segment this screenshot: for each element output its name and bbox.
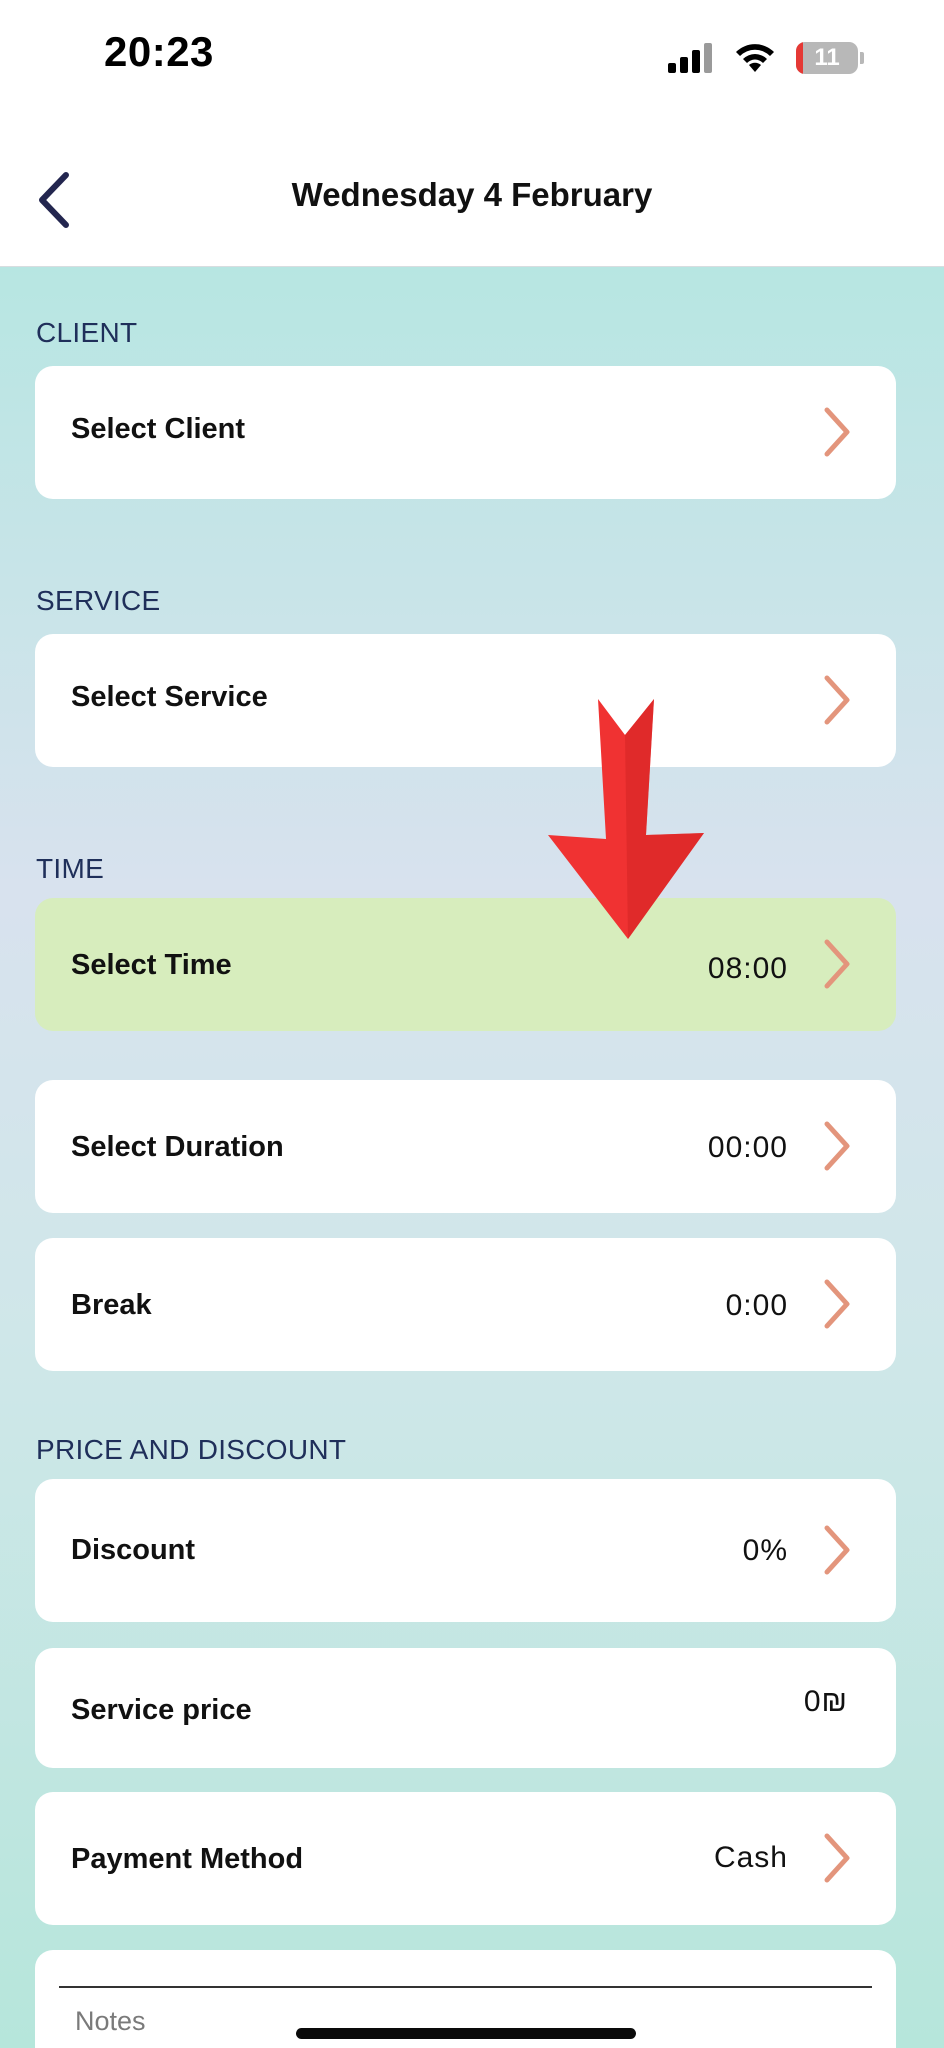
chevron-right-icon [824,1121,850,1171]
service-price-value: 0₪ [803,1685,848,1718]
notes-divider [59,1986,872,1988]
page-title: Wednesday 4 February [291,176,653,213]
discount-row[interactable]: Discount 0% [35,1479,896,1622]
chevron-right-icon [824,1525,850,1575]
status-icons: 11 [668,40,864,76]
select-client-row[interactable]: Select Client [35,366,896,499]
select-duration-label: Select Duration [71,1131,284,1163]
break-row[interactable]: Break 0:00 [35,1238,896,1371]
break-label: Break [71,1289,152,1321]
payment-method-label: Payment Method [71,1843,304,1875]
appointment-form: CLIENT Select Client SERVICE Select Serv… [0,267,944,2048]
select-duration-value: 00:00 [707,1131,788,1164]
signal-icon [668,43,712,73]
section-label-price: PRICE AND DISCOUNT [36,1434,347,1465]
section-label-time: TIME [36,853,105,884]
select-service-label: Select Service [71,681,268,713]
select-time-value: 08:00 [707,952,788,985]
section-label-client: CLIENT [36,317,138,348]
payment-method-row[interactable]: Payment Method Cash [35,1792,896,1925]
break-value: 0:00 [725,1289,788,1322]
notes-placeholder: Notes [75,2006,146,2036]
chevron-right-icon [824,675,850,725]
discount-label: Discount [71,1534,196,1566]
chevron-right-icon [824,407,850,457]
select-service-row[interactable]: Select Service [35,634,896,767]
annotation-arrow-icon [548,699,704,939]
screen: 20:23 11 Wednesday 4 February CLIENT Sel… [0,0,944,2048]
battery-cap [860,52,864,64]
select-duration-row[interactable]: Select Duration 00:00 [35,1080,896,1213]
wifi-icon [736,44,774,72]
service-price-row: Service price 0₪ [35,1648,896,1768]
select-client-label: Select Client [71,413,246,445]
chevron-right-icon [824,1279,850,1329]
status-bar: 20:23 11 [0,0,944,120]
select-time-label: Select Time [71,949,232,981]
section-label-service: SERVICE [36,585,161,616]
service-price-label: Service price [71,1694,252,1726]
battery-level: 11 [814,44,840,71]
select-time-row[interactable]: Select Time 08:00 [35,898,896,1031]
chevron-right-icon [824,939,850,989]
payment-method-value: Cash [713,1841,788,1874]
navigation-bar: Wednesday 4 February [0,120,944,267]
chevron-right-icon [824,1833,850,1883]
status-time: 20:23 [104,28,214,75]
discount-value: 0% [742,1534,788,1567]
battery-icon: 11 [796,42,858,74]
home-indicator [296,2028,636,2039]
